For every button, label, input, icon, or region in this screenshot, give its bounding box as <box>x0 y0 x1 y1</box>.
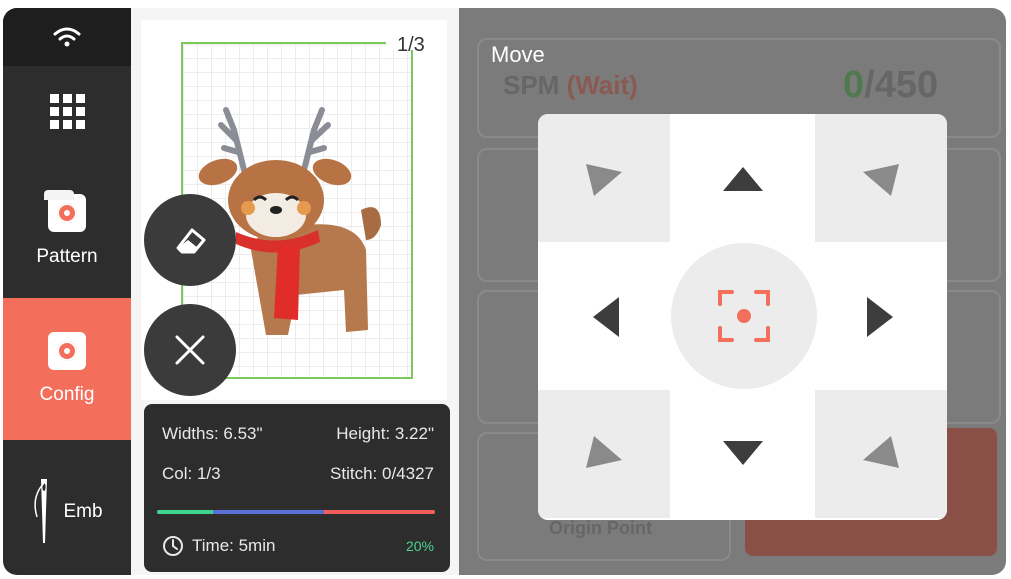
sidebar-item-config[interactable]: Config <box>3 298 131 440</box>
erase-button[interactable] <box>144 194 236 286</box>
sidebar-item-label: Emb <box>63 500 103 522</box>
move-down-right-button[interactable] <box>815 390 947 518</box>
pattern-preview: 1/3 <box>141 20 447 400</box>
arrow-down-right-icon <box>863 436 899 468</box>
height-value: Height: 3.22" <box>336 424 434 443</box>
time-value: Time: 5min <box>192 536 276 555</box>
stitch-counter: 0/450 <box>843 64 939 106</box>
arrow-up-right-icon <box>863 164 899 196</box>
move-left-button[interactable] <box>576 284 636 350</box>
pattern-icon <box>44 190 86 232</box>
apps-grid-icon <box>49 93 85 129</box>
move-down-button[interactable] <box>702 428 784 478</box>
focus-center-icon <box>718 290 770 342</box>
config-icon <box>48 332 86 370</box>
stitch-value: Stitch: 0/4327 <box>330 464 434 483</box>
sidebar-item-emb[interactable]: Emb <box>3 448 131 575</box>
wifi-icon <box>53 27 81 47</box>
arrow-right-icon <box>867 297 893 337</box>
move-up-right-button[interactable] <box>815 114 947 242</box>
sidebar-item-label: Config <box>39 384 95 405</box>
center-button[interactable] <box>671 243 817 389</box>
origin-point-label: Origin Point <box>549 518 652 538</box>
move-up-button[interactable] <box>702 154 784 204</box>
close-button[interactable] <box>144 304 236 396</box>
move-right-button[interactable] <box>850 284 910 350</box>
needle-icon <box>34 478 48 543</box>
wifi-status[interactable] <box>3 8 131 66</box>
sidebar-item-label: Pattern <box>36 246 98 267</box>
main-area-dimmed: SPM (Wait) 0/450 Origin Point Move <box>459 8 1006 575</box>
col-value: Col: 1/3 <box>162 464 221 483</box>
pattern-counter: 1/3 <box>397 34 425 56</box>
pattern-info-panel: Widths: 6.53" Height: 3.22" Col: 1/3 Sti… <box>144 404 450 572</box>
arrow-up-icon <box>723 167 763 191</box>
move-up-left-button[interactable] <box>538 114 670 242</box>
close-icon <box>175 335 205 365</box>
clock-icon <box>163 536 183 556</box>
progress-bar <box>157 510 435 514</box>
width-value: Widths: 6.53" <box>162 424 263 443</box>
arrow-up-left-icon <box>586 164 622 196</box>
app-frame: Pattern Config Emb 1/3 Widths: 6.53" Hei… <box>3 8 1006 575</box>
move-down-left-button[interactable] <box>538 390 670 518</box>
arrow-down-icon <box>723 441 763 465</box>
apps-menu-button[interactable] <box>3 66 131 156</box>
progress-percent: 20% <box>405 538 434 554</box>
move-dialog <box>538 114 947 520</box>
arrow-down-left-icon <box>586 436 622 468</box>
spm-label: SPM (Wait) <box>503 70 638 100</box>
sidebar: Pattern Config Emb <box>3 8 131 575</box>
sidebar-item-pattern[interactable]: Pattern <box>3 168 131 294</box>
eraser-icon <box>176 228 206 254</box>
arrow-left-icon <box>593 297 619 337</box>
move-dialog-title: Move <box>491 42 545 67</box>
